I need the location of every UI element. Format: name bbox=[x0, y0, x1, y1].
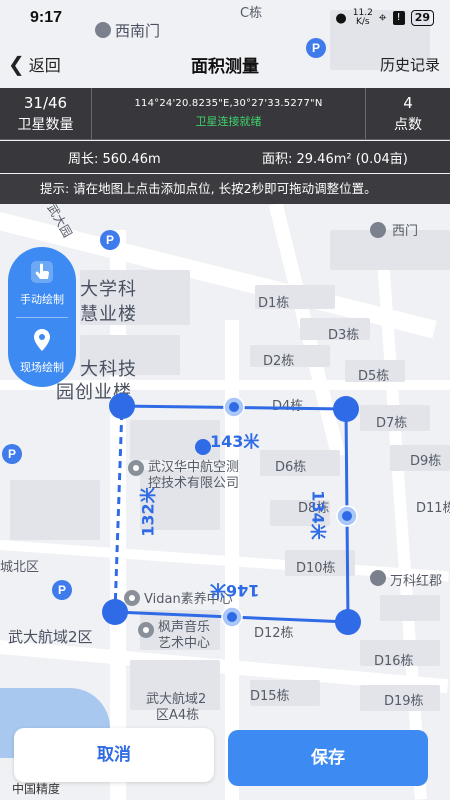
measurement-bar: 周长: 560.46m 面积: 29.46m² (0.04亩) bbox=[0, 141, 450, 173]
brand-label: 中国精度 bbox=[12, 782, 61, 796]
point-count-cell: 4 点数 bbox=[366, 88, 450, 139]
manual-draw-button[interactable]: 手动绘制 bbox=[8, 259, 76, 307]
map-label-d6: D6栋 bbox=[275, 460, 307, 475]
map-label-hangyu-a4-2: 区A4栋 bbox=[156, 708, 200, 723]
field-draw-button[interactable]: 现场绘制 bbox=[8, 327, 76, 375]
map-label-hangyu: 武大航域2区 bbox=[8, 628, 93, 646]
map-building bbox=[380, 595, 440, 621]
satellite-count-cell: 31/46 卫星数量 bbox=[0, 88, 92, 139]
wifi-icon: ⌖ bbox=[378, 10, 387, 26]
status-time: 9:17 bbox=[30, 9, 63, 26]
draw-mode-panel: 手动绘制 现场绘制 bbox=[8, 247, 76, 387]
location-pin-icon bbox=[34, 329, 50, 351]
coordinate-cell: 114°24'20.8235"E,30°27'33.5277"N 卫星连接就绪 bbox=[92, 88, 366, 139]
area-value: 面积: 29.46m² (0.04亩) bbox=[262, 152, 408, 167]
poi-pin-icon bbox=[138, 622, 154, 638]
map-label-d12: D12栋 bbox=[254, 626, 294, 641]
map-label-d19: D19栋 bbox=[384, 694, 424, 709]
map-label-west-gate: 西门 bbox=[392, 224, 419, 239]
map-label-d1: D1栋 bbox=[258, 296, 290, 311]
map-label-d4: D4栋 bbox=[272, 399, 304, 414]
perimeter-value: 周长: 560.46m bbox=[68, 152, 161, 167]
segment-length-label: 134米 bbox=[308, 490, 328, 540]
map-label-d9: D9栋 bbox=[410, 454, 442, 469]
poi-pin-icon bbox=[128, 460, 144, 476]
alert-icon: ! bbox=[392, 11, 405, 25]
map-label-d16: D16栋 bbox=[374, 654, 414, 669]
map-label-d2: D2栋 bbox=[263, 354, 295, 369]
map-label-wanke: 万科红郡 bbox=[390, 574, 443, 589]
segment-length-label: 146米 bbox=[210, 581, 260, 600]
back-button[interactable]: ❮ 返回 bbox=[8, 50, 61, 78]
manual-draw-label: 手动绘制 bbox=[20, 293, 64, 306]
point-count-label: 点数 bbox=[394, 116, 422, 133]
map-label-d10: D10栋 bbox=[296, 561, 336, 576]
tip-banner: 提示: 请在地图上点击添加点位, 长按2秒即可拖动调整位置。 bbox=[0, 174, 450, 204]
map-label-north: 城北区 bbox=[0, 560, 40, 575]
net-speed: 11.2 K/s bbox=[353, 9, 373, 27]
field-draw-label: 现场绘制 bbox=[20, 361, 64, 374]
cancel-button[interactable]: 取消 bbox=[14, 728, 214, 782]
map-building bbox=[330, 230, 450, 270]
back-arrow-icon: ❮ bbox=[8, 52, 25, 76]
location-icon: ● bbox=[335, 10, 347, 26]
parking-icon: P bbox=[52, 580, 72, 600]
history-button[interactable]: 历史记录 bbox=[380, 54, 440, 75]
map-label-company-2: 控技术有限公司 bbox=[148, 476, 240, 491]
map-label-d3: D3栋 bbox=[328, 328, 360, 343]
parking-icon: P bbox=[100, 230, 120, 250]
battery-indicator: 29 bbox=[410, 10, 434, 26]
map-label-innovation: 园创业楼 bbox=[56, 382, 132, 403]
map-label-university: 大学科 bbox=[80, 279, 137, 300]
map-label-d5: D5栋 bbox=[358, 369, 390, 384]
building-icon bbox=[370, 570, 386, 586]
segment-length-label: 143米 bbox=[210, 432, 260, 451]
coordinate-value: 114°24'20.8235"E,30°27'33.5277"N bbox=[134, 98, 323, 109]
map-label-d7: D7栋 bbox=[376, 416, 408, 431]
hand-pointer-icon bbox=[31, 261, 53, 283]
gate-icon bbox=[370, 222, 386, 238]
gps-info-panel: 31/46 卫星数量 114°24'20.8235"E,30°27'33.527… bbox=[0, 88, 450, 140]
map-label-d11: D11栋 bbox=[416, 501, 450, 516]
map-building bbox=[10, 480, 100, 540]
net-speed-unit: K/s bbox=[355, 17, 370, 27]
save-button[interactable]: 保存 bbox=[228, 730, 428, 786]
satellite-count-value: 31/46 bbox=[23, 93, 68, 112]
poi-pin-icon bbox=[124, 590, 140, 606]
map-building bbox=[130, 420, 220, 460]
status-icons: ● 11.2 K/s ⌖ ! 29 bbox=[335, 9, 434, 27]
status-bar: 9:17 ● 11.2 K/s ⌖ ! 29 bbox=[0, 0, 450, 36]
point-count-value: 4 bbox=[403, 93, 413, 112]
map-label-music-2: 艺术中心 bbox=[158, 636, 211, 651]
parking-icon: P bbox=[2, 444, 22, 464]
segment-length-label: 132米 bbox=[138, 487, 158, 537]
map-label-huiye: 慧业楼 bbox=[80, 304, 137, 325]
back-label: 返回 bbox=[28, 56, 61, 75]
map-label-d15: D15栋 bbox=[250, 689, 290, 704]
gps-status: 卫星连接就绪 bbox=[195, 115, 262, 128]
title-bar: ❮ 返回 面积测量 历史记录 bbox=[0, 40, 450, 88]
satellite-count-label: 卫星数量 bbox=[17, 116, 74, 133]
divider bbox=[16, 317, 68, 318]
